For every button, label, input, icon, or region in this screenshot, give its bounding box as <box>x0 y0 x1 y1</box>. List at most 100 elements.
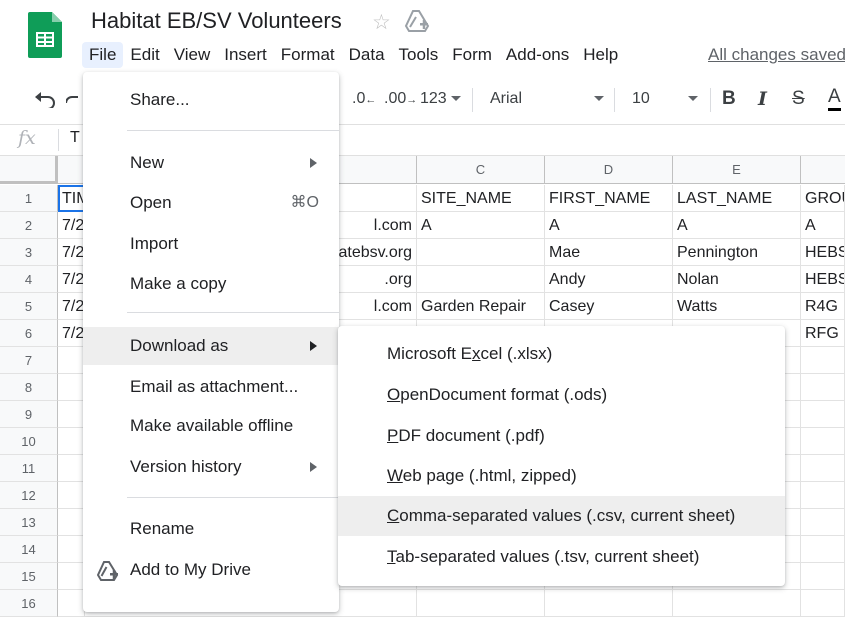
redo-icon[interactable] <box>66 92 78 108</box>
increase-decimal-button[interactable]: .00→ <box>384 90 417 108</box>
cell-f[interactable]: HEBS <box>801 239 845 266</box>
menu-format[interactable]: Format <box>274 42 342 68</box>
menu-add-ons[interactable]: Add-ons <box>499 42 576 68</box>
row-header[interactable]: 3 <box>0 239 58 266</box>
cell-c[interactable] <box>417 266 545 293</box>
cell-f[interactable] <box>801 401 845 428</box>
download-ods[interactable]: OpenDocument format (.ods) <box>338 375 785 415</box>
cell-f[interactable]: A <box>801 212 845 239</box>
column-header-f[interactable] <box>801 156 845 184</box>
menu-file[interactable]: File <box>82 42 124 68</box>
cell-a[interactable] <box>58 401 85 428</box>
strikethrough-button[interactable]: S <box>792 88 805 110</box>
menu-rename[interactable]: Rename <box>83 511 339 547</box>
cell-f[interactable] <box>801 563 845 590</box>
select-all-corner[interactable] <box>0 156 58 184</box>
cell-f[interactable]: HEBS <box>801 266 845 293</box>
cell-a[interactable] <box>58 482 85 509</box>
menu-make-copy[interactable]: Make a copy <box>83 266 339 302</box>
cell-f[interactable]: GROU <box>801 185 845 212</box>
download-html[interactable]: Web page (.html, zipped) <box>338 456 785 496</box>
cell-e[interactable]: Pennington <box>673 239 801 266</box>
download-csv[interactable]: Comma-separated values (.csv, current sh… <box>338 496 785 536</box>
star-icon[interactable]: ☆ <box>372 10 391 35</box>
row-header[interactable]: 8 <box>0 374 58 401</box>
cell-f[interactable] <box>801 374 845 401</box>
menu-download-as[interactable]: Download as <box>83 327 339 365</box>
menu-version-history[interactable]: Version history <box>83 449 339 485</box>
row-header[interactable]: 7 <box>0 347 58 374</box>
menu-open[interactable]: Open ⌘O <box>83 185 339 221</box>
download-pdf[interactable]: PDF document (.pdf) <box>338 416 785 456</box>
number-format-dropdown[interactable]: 123 <box>420 90 461 108</box>
download-tsv[interactable]: Tab-separated values (.tsv, current shee… <box>338 537 785 577</box>
cell-e[interactable] <box>673 590 801 617</box>
row-header[interactable]: 10 <box>0 428 58 455</box>
cell-f[interactable]: RFG <box>801 320 845 347</box>
menu-make-available-offline[interactable]: Make available offline <box>83 408 339 444</box>
text-color-button[interactable]: A <box>828 86 841 111</box>
menu-email-attachment[interactable]: Email as attachment... <box>83 369 339 405</box>
menu-import[interactable]: Import <box>83 226 339 262</box>
row-header[interactable]: 11 <box>0 455 58 482</box>
row-header[interactable]: 4 <box>0 266 58 293</box>
menu-share[interactable]: Share... <box>83 82 339 118</box>
row-header[interactable]: 14 <box>0 536 58 563</box>
menu-tools[interactable]: Tools <box>392 42 446 68</box>
row-header[interactable]: 9 <box>0 401 58 428</box>
cell-a[interactable] <box>58 374 85 401</box>
sheets-logo-icon[interactable] <box>28 12 62 58</box>
move-to-drive-icon[interactable] <box>404 9 430 33</box>
cell-f[interactable] <box>801 482 845 509</box>
cell-a[interactable] <box>58 428 85 455</box>
italic-button[interactable]: I <box>758 88 767 110</box>
column-header-c[interactable]: C <box>417 156 545 184</box>
cell-d[interactable]: Casey <box>545 293 673 320</box>
cell-f[interactable] <box>801 455 845 482</box>
cell-d[interactable] <box>545 590 673 617</box>
font-dropdown-caret-icon[interactable] <box>594 96 604 102</box>
cell-e[interactable]: A <box>673 212 801 239</box>
menu-view[interactable]: View <box>167 42 218 68</box>
row-header[interactable]: 16 <box>0 590 58 617</box>
cell-f[interactable] <box>801 536 845 563</box>
menu-new[interactable]: New <box>83 145 339 181</box>
cell-a[interactable]: 7/2 <box>58 320 85 347</box>
row-header[interactable]: 2 <box>0 212 58 239</box>
row-header[interactable]: 5 <box>0 293 58 320</box>
cell-e[interactable]: LAST_NAME <box>673 185 801 212</box>
cell-c[interactable]: A <box>417 212 545 239</box>
menu-data[interactable]: Data <box>342 42 392 68</box>
cell-f[interactable] <box>801 590 845 617</box>
cell-d[interactable]: A <box>545 212 673 239</box>
cell-e[interactable]: Nolan <box>673 266 801 293</box>
cell-a[interactable]: 7/2 <box>58 293 85 320</box>
cell-a[interactable]: 7/2 <box>58 239 85 266</box>
menu-form[interactable]: Form <box>445 42 499 68</box>
cell-a[interactable]: 7/2 <box>58 212 85 239</box>
cell-a[interactable] <box>58 563 85 590</box>
formula-input[interactable]: T <box>70 129 80 147</box>
cell-f[interactable] <box>801 509 845 536</box>
cell-a[interactable] <box>58 455 85 482</box>
cell-f[interactable] <box>801 428 845 455</box>
cell-a[interactable] <box>58 347 85 374</box>
menu-help[interactable]: Help <box>576 42 625 68</box>
cell-d[interactable]: FIRST_NAME <box>545 185 673 212</box>
column-header-d[interactable]: D <box>545 156 673 184</box>
row-header[interactable]: 13 <box>0 509 58 536</box>
row-header[interactable]: 12 <box>0 482 58 509</box>
download-xlsx[interactable]: Microsoft Excel (.xlsx) <box>338 334 785 374</box>
column-header-e[interactable]: E <box>673 156 801 184</box>
menu-insert[interactable]: Insert <box>217 42 274 68</box>
cell-d[interactable]: Andy <box>545 266 673 293</box>
undo-icon[interactable] <box>34 92 56 108</box>
document-title[interactable]: Habitat EB/SV Volunteers <box>91 6 342 36</box>
bold-button[interactable]: B <box>722 88 736 110</box>
cell-a[interactable] <box>58 590 85 617</box>
row-header[interactable]: 6 <box>0 320 58 347</box>
cell-e[interactable]: Watts <box>673 293 801 320</box>
row-header[interactable]: 1 <box>0 185 58 212</box>
cell-a[interactable] <box>58 536 85 563</box>
cell-a[interactable] <box>58 509 85 536</box>
